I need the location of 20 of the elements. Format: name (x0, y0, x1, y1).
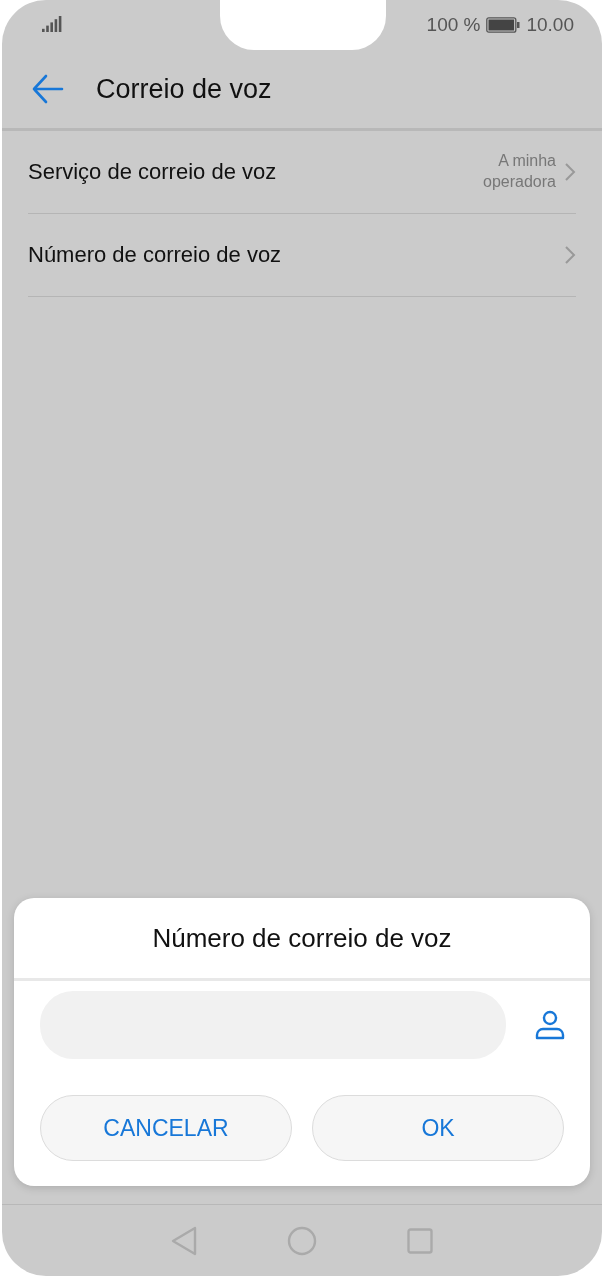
dialog-button[interactable]: OK (312, 1095, 564, 1161)
home-nav-icon[interactable] (287, 1225, 317, 1256)
recents-nav-icon[interactable] (407, 1227, 433, 1254)
battery-percent: 100 % (426, 14, 481, 36)
dialog-button[interactable]: CANCELAR (40, 1095, 292, 1161)
chevron-icon (564, 162, 576, 182)
person-icon[interactable] (534, 1009, 566, 1041)
signal-icon (42, 16, 64, 34)
settings-label: Número de correio de voz (28, 242, 283, 268)
settings-value: A minha operadora (482, 151, 556, 192)
clock: 10.00 (526, 14, 574, 36)
battery-icon (486, 17, 521, 33)
chevron-icon (564, 245, 576, 265)
dialog-title: Número de correio de voz (14, 898, 590, 981)
back-nav-icon[interactable] (171, 1225, 197, 1256)
settings-label: Serviço de correio de voz (28, 159, 278, 185)
back-icon[interactable] (32, 74, 64, 104)
settings-item[interactable]: Serviço de correio de voz A minha operadora (28, 131, 576, 214)
screen-title: Correio de voz (96, 73, 272, 105)
settings-item[interactable]: Número de correio de voz (28, 214, 576, 297)
